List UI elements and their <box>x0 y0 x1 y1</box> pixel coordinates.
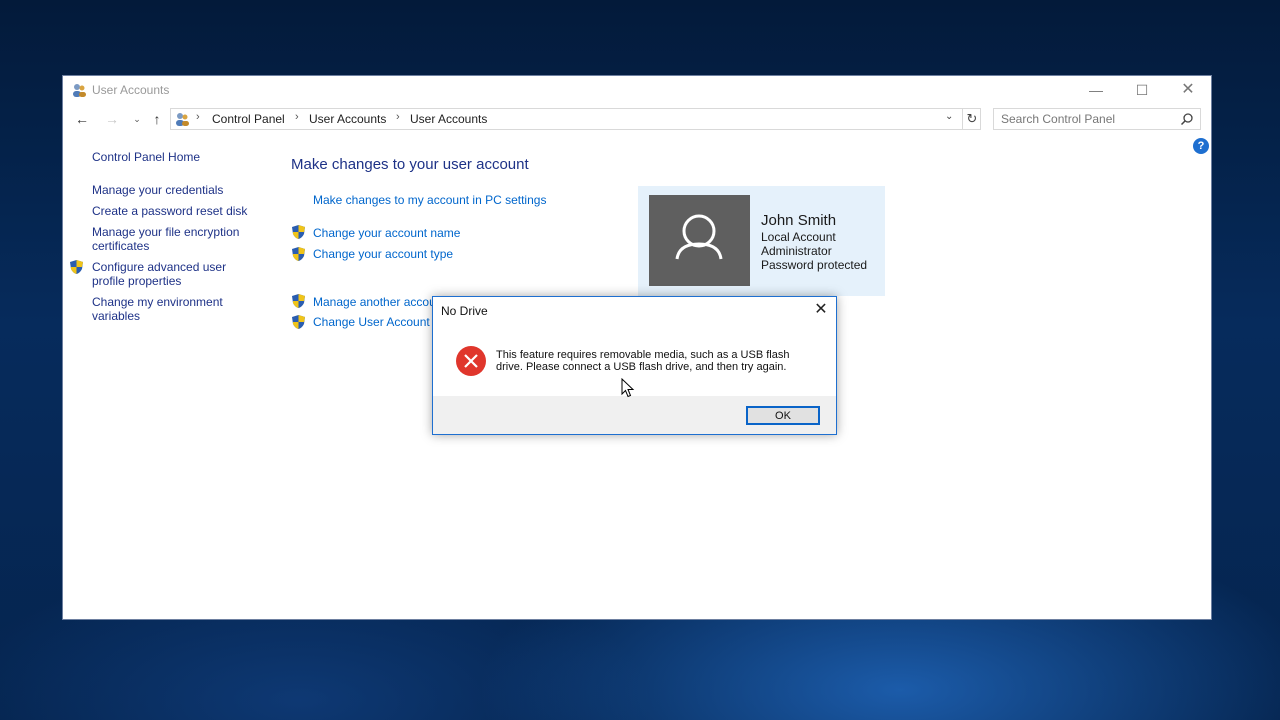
users-icon <box>73 84 86 97</box>
title-bar[interactable]: User Accounts — ☐ ✕ <box>63 76 1211 104</box>
back-arrow-icon[interactable]: ← <box>72 109 92 129</box>
breadcrumb-separator-icon[interactable]: › <box>196 111 200 123</box>
change-account-name-link[interactable]: Change your account name <box>313 226 460 240</box>
dialog-message: This feature requires removable media, s… <box>496 349 790 373</box>
breadcrumb-control-panel[interactable]: Control Panel <box>212 112 285 126</box>
users-icon <box>176 113 189 126</box>
minimize-button[interactable]: — <box>1073 79 1119 101</box>
account-name: John Smith <box>761 212 837 229</box>
help-icon[interactable]: ? <box>1193 138 1209 154</box>
uac-shield-icon <box>292 225 305 239</box>
pc-settings-link[interactable]: Make changes to my account in PC setting… <box>313 193 546 207</box>
breadcrumb-user-accounts[interactable]: User Accounts <box>309 112 386 126</box>
navigation-bar: ← → ⌄ ↑ › Control Panel › User Accounts … <box>63 106 1211 132</box>
user-silhouette-icon <box>675 214 723 260</box>
dialog-title: No Drive <box>441 304 488 318</box>
refresh-icon[interactable]: ↻ <box>962 109 981 129</box>
sidebar-item-environment-variables[interactable]: Change my environment variables <box>92 295 242 323</box>
error-icon <box>456 346 486 376</box>
breadcrumb-separator-icon[interactable]: › <box>295 111 299 123</box>
manage-another-account-link[interactable]: Manage another account <box>313 295 446 309</box>
ok-button[interactable]: OK <box>746 406 820 425</box>
sidebar-item-manage-credentials[interactable]: Manage your credentials <box>92 183 223 197</box>
search-box[interactable] <box>993 108 1201 130</box>
address-bar[interactable]: › Control Panel › User Accounts › User A… <box>170 108 981 130</box>
account-status: Password protected <box>761 258 868 272</box>
search-input[interactable] <box>994 109 1181 129</box>
close-button[interactable]: ✕ <box>1165 79 1211 101</box>
uac-shield-icon <box>292 294 305 308</box>
breadcrumb-separator-icon[interactable]: › <box>396 111 400 123</box>
change-account-type-link[interactable]: Change your account type <box>313 247 453 261</box>
maximize-button[interactable]: ☐ <box>1119 79 1165 101</box>
dialog-close-icon[interactable]: ✕ <box>806 299 836 321</box>
sidebar-item-password-reset-disk[interactable]: Create a password reset disk <box>92 204 247 218</box>
uac-shield-icon <box>70 260 83 274</box>
sidebar-item-advanced-profile[interactable]: Configure advanced user profile properti… <box>92 260 242 288</box>
forward-arrow-icon[interactable]: → <box>102 109 122 129</box>
account-card: John Smith Local Account Administrator P… <box>638 186 885 296</box>
account-type: Local Account <box>761 230 836 244</box>
breadcrumb-user-accounts-current[interactable]: User Accounts <box>410 112 487 126</box>
uac-shield-icon <box>292 247 305 261</box>
window-title: User Accounts <box>92 83 170 97</box>
sidebar-item-file-encryption[interactable]: Manage your file encryption certificates <box>92 225 257 253</box>
search-icon[interactable] <box>1180 112 1194 126</box>
recent-locations-chevron-icon[interactable]: ⌄ <box>127 109 147 129</box>
page-title: Make changes to your user account <box>291 156 529 173</box>
dialog-footer: OK <box>433 396 836 434</box>
address-dropdown-chevron-icon[interactable]: ⌄ <box>945 111 953 122</box>
account-role: Administrator <box>761 244 832 258</box>
mouse-cursor-icon <box>621 378 635 398</box>
no-drive-dialog: No Drive ✕ This feature requires removab… <box>432 296 837 435</box>
uac-shield-icon <box>292 315 305 329</box>
avatar <box>649 195 750 286</box>
up-arrow-icon[interactable]: ↑ <box>147 109 167 129</box>
sidebar-item-control-panel-home[interactable]: Control Panel Home <box>92 150 200 164</box>
